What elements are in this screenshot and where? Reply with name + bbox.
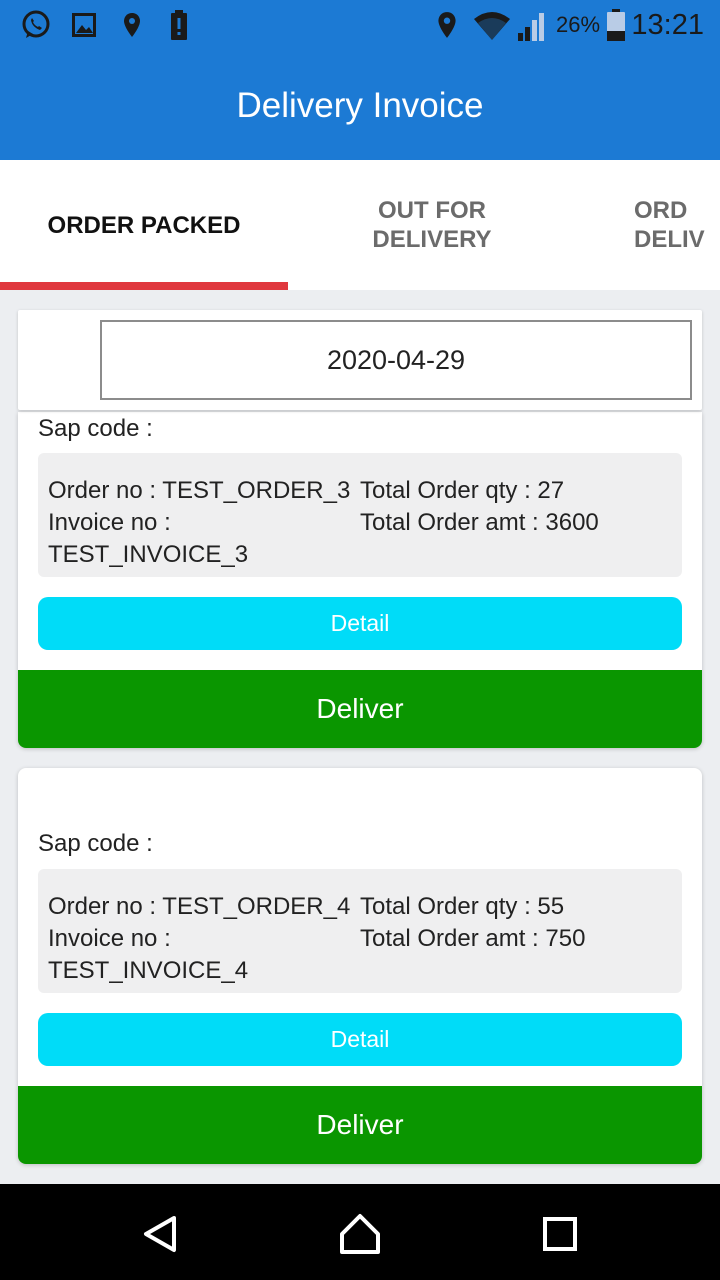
recents-icon[interactable] — [538, 1212, 582, 1256]
order-card: Sap code : Order no : TEST_ORDER_3 Invoi… — [18, 412, 702, 748]
invoice-label: Invoice no : — [48, 925, 171, 952]
page-title: Delivery Invoice — [236, 86, 484, 125]
date-filter-card: 2020-04-29 — [18, 310, 702, 410]
tab-label: ORD — [634, 197, 688, 224]
tab-label: DELIV — [634, 226, 705, 253]
order-info-box: Order no : TEST_ORDER_4 Invoice no : TES… — [38, 869, 682, 993]
invoice-number: TEST_INVOICE_4 — [48, 957, 249, 984]
tab-order-packed[interactable]: ORDER PACKED — [0, 160, 288, 290]
order-info-box: Order no : TEST_ORDER_3 Invoice no : TES… — [38, 453, 682, 577]
whatsapp-icon — [20, 8, 52, 42]
total-order-amt: Total Order amt : 3600 — [360, 509, 599, 536]
sap-code-label: Sap code : — [38, 415, 153, 442]
tab-label: ORDER PACKED — [47, 211, 241, 239]
tab-indicator — [0, 282, 288, 290]
status-bar: 26% 13:21 — [0, 0, 720, 50]
order-number: Order no : TEST_ORDER_4 — [48, 893, 351, 920]
tab-label: OUT FOR — [377, 197, 486, 224]
invoice-label: Invoice no : — [48, 509, 171, 536]
invoice-number: TEST_INVOICE_3 — [48, 541, 249, 568]
wifi-icon — [472, 8, 512, 42]
battery-icon — [606, 8, 626, 42]
date-input[interactable]: 2020-04-29 — [100, 320, 692, 400]
sap-code-label: Sap code : — [38, 830, 153, 857]
deliver-button[interactable]: Deliver — [18, 1086, 702, 1164]
total-order-qty: Total Order qty : 27 — [360, 477, 565, 504]
signal-icon — [518, 8, 550, 42]
location-icon — [436, 8, 458, 42]
system-nav-bar — [0, 1184, 720, 1280]
tab-order-delivered[interactable]: ORD DELIV — [634, 160, 720, 290]
tab-label: DELIVERY — [372, 226, 492, 253]
tab-out-for-delivery[interactable]: OUT FOR DELIVERY — [288, 160, 576, 290]
image-icon — [72, 8, 96, 42]
order-number: Order no : TEST_ORDER_3 — [48, 477, 351, 504]
deliver-button[interactable]: Deliver — [18, 670, 702, 748]
location-icon — [122, 8, 142, 42]
detail-button[interactable]: Detail — [38, 597, 682, 650]
total-order-qty: Total Order qty : 55 — [360, 893, 565, 920]
total-order-amt: Total Order amt : 750 — [360, 925, 586, 952]
battery-percent: 26% — [556, 12, 601, 37]
app-header: 26% 13:21 Delivery Invoice — [0, 0, 720, 160]
clock: 13:21 — [631, 9, 704, 41]
order-card: Sap code : Order no : TEST_ORDER_4 Invoi… — [18, 768, 702, 1164]
tab-bar: ORDER PACKED OUT FOR DELIVERY ORD DELIV — [0, 160, 720, 290]
home-icon[interactable] — [338, 1212, 382, 1256]
back-icon[interactable] — [138, 1212, 182, 1256]
battery-alert-icon — [170, 8, 188, 42]
detail-button[interactable]: Detail — [38, 1013, 682, 1066]
